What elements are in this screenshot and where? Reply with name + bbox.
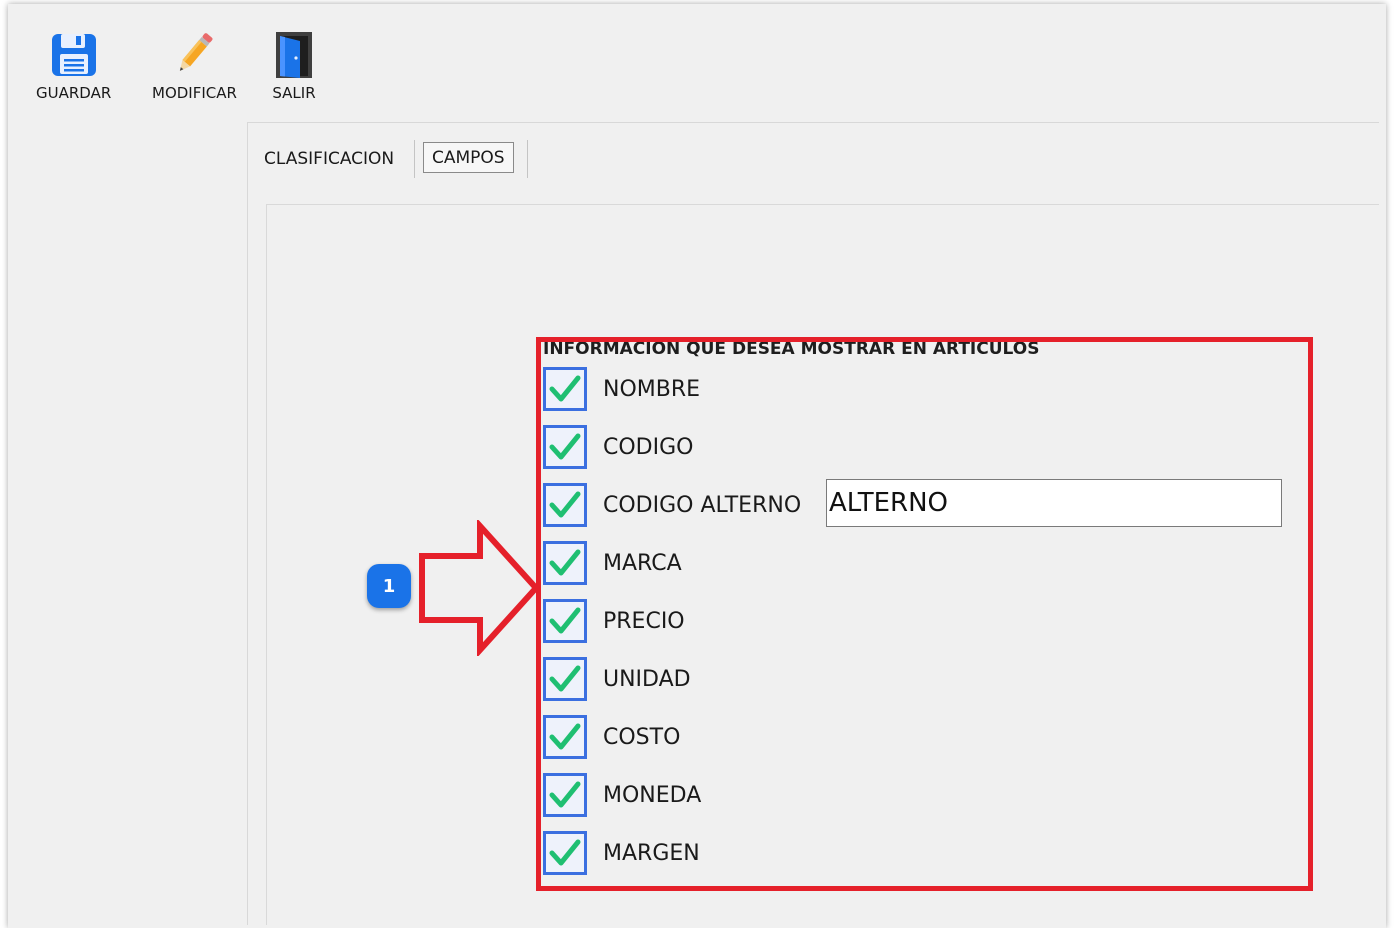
pencil-icon xyxy=(180,33,213,71)
checkbox-row-nombre[interactable]: NOMBRE xyxy=(543,365,700,413)
checkmark-icon xyxy=(549,607,581,634)
checkmark-icon xyxy=(549,433,581,460)
edit-button-label: MODIFICAR xyxy=(152,84,237,102)
checkmark-icon xyxy=(549,839,581,866)
tab-campos[interactable]: CAMPOS xyxy=(423,142,514,173)
save-button-label: GUARDAR xyxy=(36,84,112,102)
checkmark-icon xyxy=(549,375,581,402)
exit-button[interactable]: SALIR xyxy=(268,28,320,102)
precio-label: PRECIO xyxy=(603,608,685,634)
door-exit-icon xyxy=(276,32,312,78)
unidad-label: UNIDAD xyxy=(603,666,691,692)
checkmark-icon xyxy=(549,781,581,808)
moneda-checkbox[interactable] xyxy=(543,773,587,817)
marca-label: MARCA xyxy=(603,550,682,576)
checkbox-row-codigo[interactable]: CODIGO xyxy=(543,423,693,471)
checkbox-row-unidad[interactable]: UNIDAD xyxy=(543,655,691,703)
unidad-checkbox[interactable] xyxy=(543,657,587,701)
checkmark-icon xyxy=(549,665,581,692)
step-badge: 1 xyxy=(367,564,411,608)
costo-label: COSTO xyxy=(603,724,681,750)
save-button[interactable]: GUARDAR xyxy=(36,28,111,102)
edit-button[interactable]: MODIFICAR xyxy=(152,28,237,102)
checkmark-icon xyxy=(549,491,581,518)
moneda-label: MONEDA xyxy=(603,782,702,808)
costo-checkbox[interactable] xyxy=(543,715,587,759)
checkbox-row-moneda[interactable]: MONEDA xyxy=(543,771,701,819)
codigo-label: CODIGO xyxy=(603,434,694,460)
checkbox-row-precio[interactable]: PRECIO xyxy=(543,597,685,645)
tab-clasificacion[interactable]: CLASIFICACION xyxy=(264,149,394,169)
margen-label: MARGEN xyxy=(603,840,700,866)
margen-checkbox[interactable] xyxy=(543,831,587,875)
checkbox-row-marca[interactable]: MARCA xyxy=(543,539,682,587)
codigo-alterno-checkbox[interactable] xyxy=(543,483,587,527)
checkbox-row-margen[interactable]: MARGEN xyxy=(543,829,700,877)
exit-button-label: SALIR xyxy=(272,84,316,102)
nombre-checkbox[interactable] xyxy=(543,367,587,411)
codigo-checkbox[interactable] xyxy=(543,425,587,469)
tab-separator xyxy=(414,140,415,178)
fields-group-title: INFORMACION QUE DESEA MOSTRAR EN ARTICUL… xyxy=(543,339,1040,359)
checkmark-icon xyxy=(549,723,581,750)
codigo-alterno-label: CODIGO ALTERNO xyxy=(603,492,802,518)
nombre-label: NOMBRE xyxy=(603,376,701,402)
precio-checkbox[interactable] xyxy=(543,599,587,643)
tab-separator xyxy=(527,140,528,178)
red-arrow-icon xyxy=(419,520,541,656)
checkmark-icon xyxy=(549,549,581,576)
checkbox-row-codigo-alterno[interactable]: CODIGO ALTERNO xyxy=(543,481,801,529)
floppy-disk-icon xyxy=(51,34,96,76)
checkbox-row-costo[interactable]: COSTO xyxy=(543,713,680,761)
alt-code-name-input[interactable] xyxy=(826,479,1282,527)
marca-checkbox[interactable] xyxy=(543,541,587,585)
